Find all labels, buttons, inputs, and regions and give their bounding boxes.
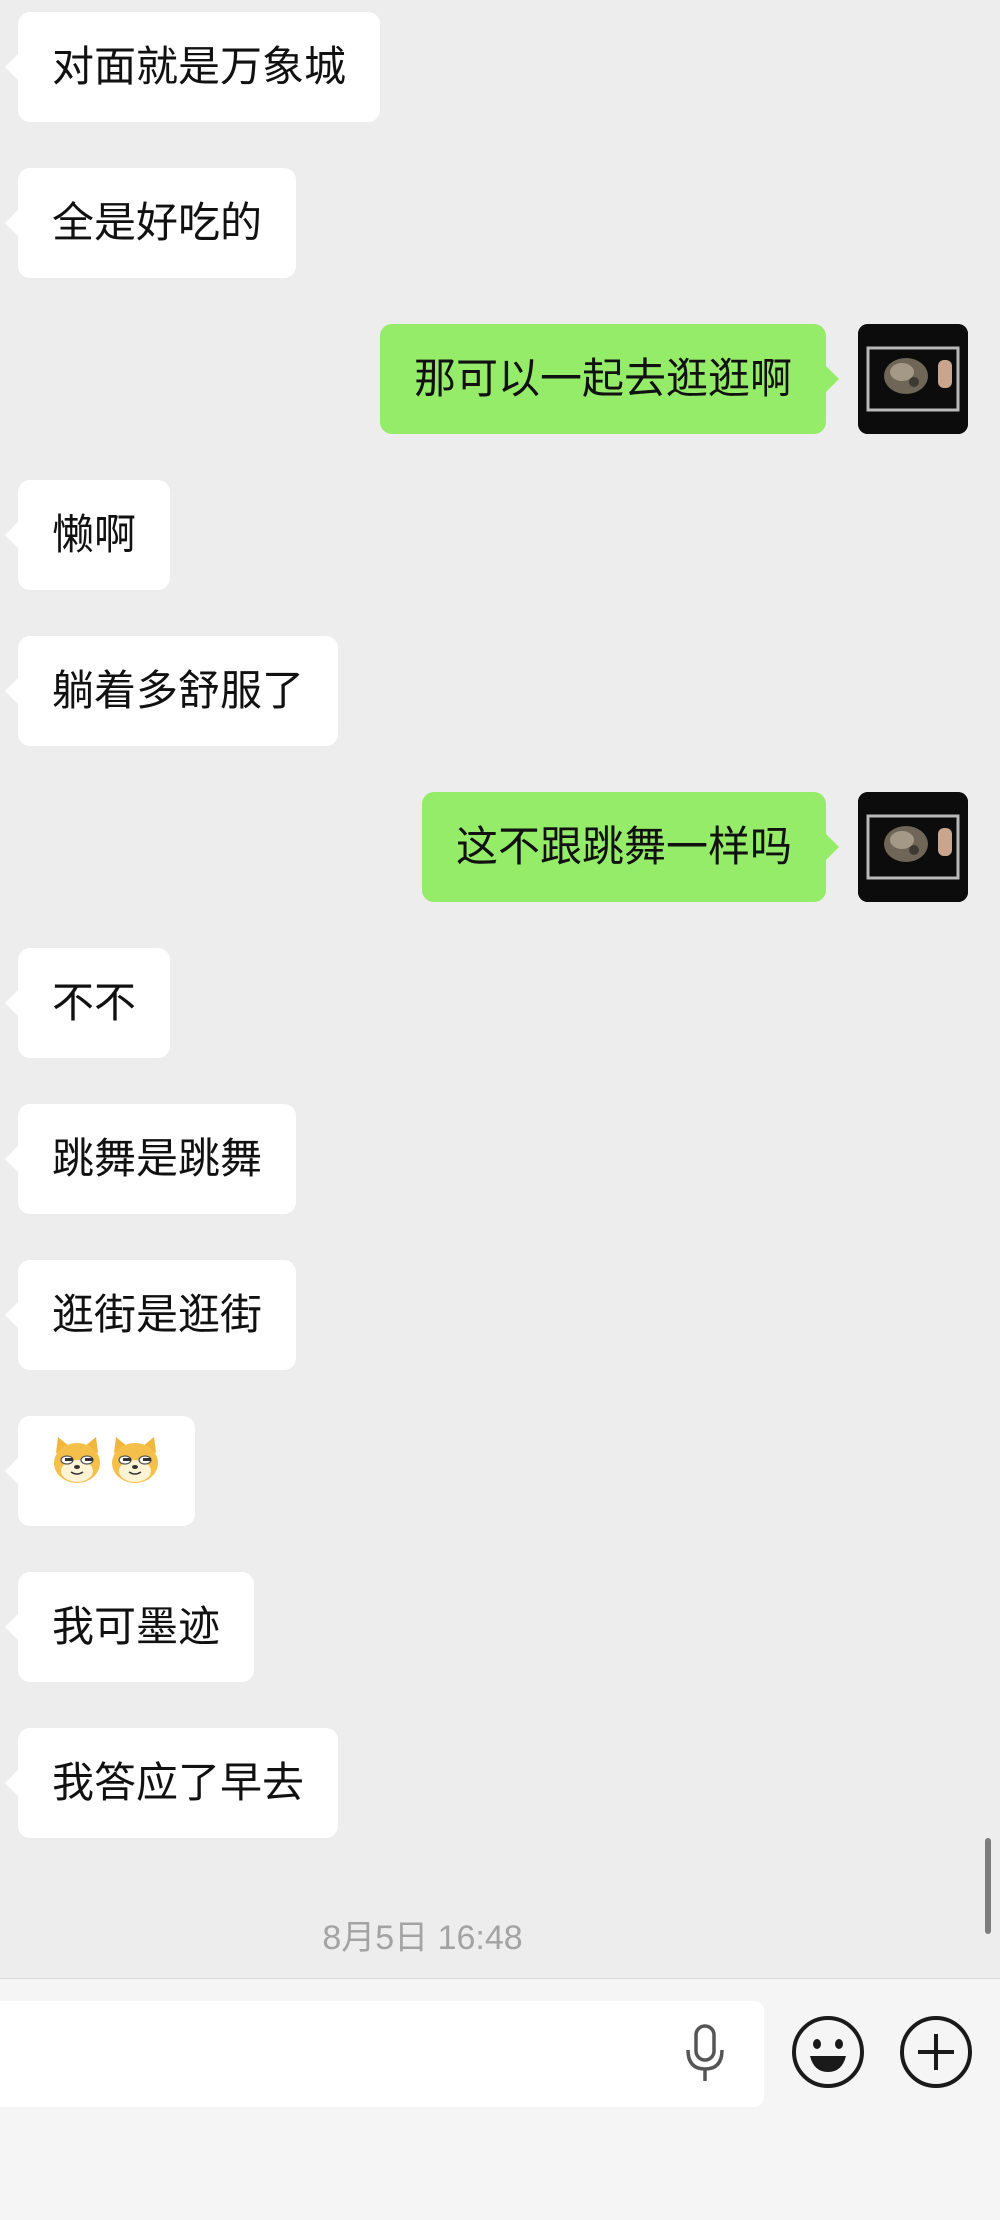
message-text: 全是好吃的 [52, 198, 263, 247]
message-text: 懒啊 [52, 510, 137, 559]
doge-emoji-icon [108, 1416, 162, 1526]
message-text: 对面就是万象城 [52, 42, 347, 91]
message-input[interactable] [0, 2001, 764, 2107]
message-bubble-incoming[interactable] [5, 1416, 195, 1526]
message-bubble-incoming[interactable]: 我答应了早去 [4, 1728, 339, 1838]
message-bubble-incoming[interactable]: 不不 [4, 948, 171, 1058]
my-avatar[interactable] [858, 324, 968, 434]
chat-message-area[interactable]: 对面就是万象城 全是好吃的 那可以一起去逛逛啊 懒啊 躺着多舒服了 这不跟跳舞一… [0, 0, 1000, 1978]
message-bubble-incoming[interactable]: 逛街是逛街 [4, 1260, 297, 1370]
plus-circle-icon[interactable] [898, 2014, 974, 2090]
message-text: 逛街是逛街 [52, 1290, 263, 1339]
emoji-message [50, 1416, 195, 1526]
message-text: 不不 [52, 978, 137, 1027]
message-text: 这不跟跳舞一样吗 [455, 822, 792, 871]
message-bubble-incoming[interactable]: 跳舞是跳舞 [4, 1104, 297, 1214]
message-text: 那可以一起去逛逛啊 [413, 354, 792, 403]
message-text: 跳舞是跳舞 [52, 1134, 263, 1183]
my-avatar[interactable] [858, 792, 968, 902]
message-bubble-incoming[interactable]: 躺着多舒服了 [4, 636, 339, 746]
message-composer [0, 1978, 1000, 2220]
avatar-image-icon [858, 324, 968, 434]
message-text: 我答应了早去 [52, 1758, 305, 1807]
scrollbar-thumb[interactable] [985, 1838, 991, 1934]
message-bubble-incoming[interactable]: 我可墨迹 [4, 1572, 255, 1682]
microphone-icon[interactable] [680, 2023, 730, 2085]
message-bubble-incoming[interactable]: 懒啊 [4, 480, 171, 590]
message-timestamp: 8月5日 16:48 [322, 1919, 523, 1957]
message-bubble-outgoing[interactable]: 那可以一起去逛逛啊 [379, 324, 840, 434]
message-text: 躺着多舒服了 [52, 666, 305, 715]
avatar-image-icon [858, 792, 968, 902]
emoji-face-icon[interactable] [790, 2014, 866, 2090]
message-text: 我可墨迹 [52, 1602, 221, 1651]
doge-emoji-icon [50, 1416, 104, 1526]
message-bubble-incoming[interactable]: 全是好吃的 [4, 168, 297, 278]
message-bubble-incoming[interactable]: 对面就是万象城 [4, 12, 381, 122]
message-bubble-outgoing[interactable]: 这不跟跳舞一样吗 [421, 792, 840, 902]
